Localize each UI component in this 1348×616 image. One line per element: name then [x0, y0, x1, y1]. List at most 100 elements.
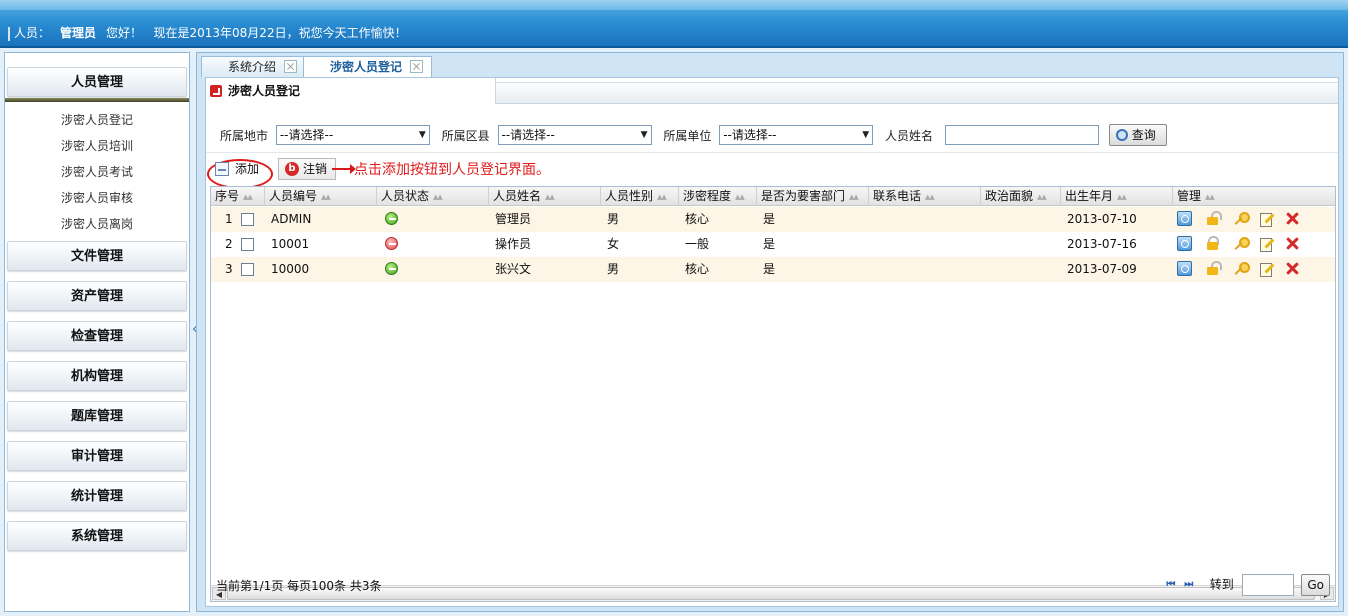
menu-audit[interactable]: 审计管理: [7, 441, 187, 471]
close-icon[interactable]: [410, 60, 424, 73]
menu-statistics[interactable]: 统计管理: [7, 481, 187, 511]
arrow-icon: [210, 84, 222, 97]
row-name: 张兴文: [495, 262, 532, 276]
delete-icon[interactable]: [1285, 211, 1300, 226]
col-birth-label: 出生年月: [1065, 189, 1114, 203]
delete-icon[interactable]: [1285, 261, 1300, 276]
page-info: 当前第1/1页 每页100条 共3条: [216, 579, 382, 593]
panel-title: 涉密人员登记: [206, 78, 496, 104]
cancel-button-label: 注销: [303, 162, 328, 176]
city-select[interactable]: --请选择-- ▼: [275, 125, 430, 145]
last-page-icon[interactable]: ⏭: [1184, 579, 1198, 591]
col-id[interactable]: 人员编号 ▲▲: [265, 187, 377, 206]
view-icon[interactable]: [1177, 211, 1192, 226]
sort-icon: ▲▲: [545, 192, 555, 201]
sort-icon: ▲▲: [1117, 192, 1127, 201]
menu-system[interactable]: 系统管理: [7, 521, 187, 551]
tab-system-intro[interactable]: 系统介绍: [201, 56, 307, 77]
greeting-divider: [8, 26, 10, 41]
go-button[interactable]: Go: [1301, 574, 1330, 596]
filter-row: 所属地市 --请选择-- ▼ 所属区县 --请选择-- ▼ 所属单位 --请选择--…: [220, 124, 1167, 148]
unlock-icon[interactable]: [1205, 261, 1222, 276]
unlock-icon[interactable]: [1205, 211, 1222, 226]
district-select-value: --请选择--: [501, 128, 555, 142]
col-level[interactable]: 涉密程度 ▲▲: [679, 187, 757, 206]
panel-title-text: 涉密人员登记: [228, 84, 301, 98]
first-page-icon[interactable]: ⏮: [1166, 579, 1180, 591]
row-checkbox[interactable]: [241, 263, 254, 276]
scroll-thumb[interactable]: [227, 587, 1315, 600]
close-icon[interactable]: [284, 60, 298, 73]
col-status[interactable]: 人员状态 ▲▲: [377, 187, 489, 206]
submenu-exam[interactable]: 涉密人员考试: [5, 159, 189, 185]
cancel-icon: b: [285, 162, 299, 176]
row-phone: [871, 257, 875, 282]
name-label: 人员姓名: [885, 128, 934, 143]
col-manage[interactable]: 管理 ▲▲: [1173, 187, 1337, 206]
col-phone[interactable]: 联系电话 ▲▲: [869, 187, 981, 206]
district-label: 所属区县: [441, 128, 490, 143]
table-row[interactable]: 1 ADMIN 管理员 男 核心 是 2013-07-10: [211, 207, 1335, 232]
row-gender: 女: [607, 237, 620, 251]
submenu-training[interactable]: 涉密人员培训: [5, 133, 189, 159]
cancel-button[interactable]: b 注销: [278, 158, 337, 180]
row-checkbox[interactable]: [241, 238, 254, 251]
district-select[interactable]: --请选择-- ▼: [497, 125, 652, 145]
menu-personnel[interactable]: 人员管理: [5, 67, 189, 102]
menu-inspection[interactable]: 检查管理: [7, 321, 187, 351]
add-button[interactable]: 添加: [207, 158, 273, 189]
key-icon[interactable]: [1233, 261, 1250, 276]
table-row[interactable]: 3 10000 张兴文 男 核心 是 2013-07-09: [211, 257, 1335, 282]
menu-organization[interactable]: 机构管理: [7, 361, 187, 391]
key-icon[interactable]: [1233, 236, 1250, 251]
tab-personnel-registration[interactable]: 涉密人员登记: [303, 56, 433, 78]
table-row[interactable]: 2 10001 操作员 女 一般 是 2013-07-16: [211, 232, 1335, 257]
query-button-label: 查询: [1131, 128, 1156, 142]
col-politics-label: 政治面貌: [985, 189, 1034, 203]
col-key-dept[interactable]: 是否为要害部门 ▲▲: [757, 187, 869, 206]
menu-question-bank[interactable]: 题库管理: [7, 401, 187, 431]
sort-icon: ▲▲: [849, 192, 859, 201]
edit-icon[interactable]: [1259, 211, 1274, 227]
table-header: 序号 ▲▲ 人员编号 ▲▲ 人员状态 ▲▲ 人员姓名 ▲▲ 人员性别 ▲▲ 涉密程度 ▲▲ …: [211, 187, 1335, 206]
col-gender[interactable]: 人员性别 ▲▲: [601, 187, 679, 206]
submenu-registration[interactable]: 涉密人员登记: [5, 107, 189, 133]
submenu-departure[interactable]: 涉密人员离岗: [5, 211, 189, 237]
col-status-label: 人员状态: [381, 189, 430, 203]
menu-files[interactable]: 文件管理: [7, 241, 187, 271]
name-input[interactable]: [944, 125, 1099, 145]
tab-personnel-registration-label: 涉密人员登记: [330, 60, 403, 74]
edit-icon[interactable]: [1259, 261, 1274, 277]
col-name-label: 人员姓名: [493, 189, 542, 203]
view-icon[interactable]: [1177, 236, 1192, 251]
content-area: 涉密人员登记 所属地市 --请选择-- ▼ 所属区县 --请选择-- ▼ 所属单位 …: [205, 77, 1339, 607]
main-panel: 系统介绍 涉密人员登记 涉密人员登记 所属地市 --请选择-- ▼ 所属区县 --…: [196, 52, 1344, 612]
col-name[interactable]: 人员姓名 ▲▲: [489, 187, 601, 206]
col-manage-label: 管理: [1177, 189, 1202, 203]
menu-assets[interactable]: 资产管理: [7, 281, 187, 311]
row-politics: [983, 257, 987, 282]
sort-icon: ▲▲: [925, 192, 935, 201]
unit-select[interactable]: --请选择-- ▼: [719, 125, 874, 145]
user-label: 人员：: [14, 26, 51, 40]
goto-page-input[interactable]: [1241, 574, 1294, 596]
submenu-review[interactable]: 涉密人员审核: [5, 185, 189, 211]
row-politics: [983, 232, 987, 257]
edit-icon[interactable]: [1259, 236, 1274, 252]
greeting-line: 人员： 管理员 您好！ 现在是2013年08月22日，祝您今天工作愉快！: [8, 24, 407, 41]
col-politics[interactable]: 政治面貌 ▲▲: [981, 187, 1061, 206]
key-icon[interactable]: [1233, 211, 1250, 226]
query-button[interactable]: 查询: [1108, 124, 1167, 146]
row-birth: 2013-07-09: [1067, 262, 1137, 276]
pager: ⏮ ⏭ 转到 Go: [1166, 574, 1330, 598]
lock-icon[interactable]: [1205, 236, 1220, 251]
row-politics: [983, 207, 987, 232]
view-icon[interactable]: [1177, 261, 1192, 276]
col-birth[interactable]: 出生年月 ▲▲: [1061, 187, 1173, 206]
row-checkbox[interactable]: [241, 213, 254, 226]
col-index[interactable]: 序号 ▲▲: [211, 187, 265, 206]
row-gender: 男: [607, 212, 620, 226]
sort-icon: ▲▲: [321, 192, 331, 201]
row-level: 一般: [685, 237, 710, 251]
delete-icon[interactable]: [1285, 236, 1300, 251]
